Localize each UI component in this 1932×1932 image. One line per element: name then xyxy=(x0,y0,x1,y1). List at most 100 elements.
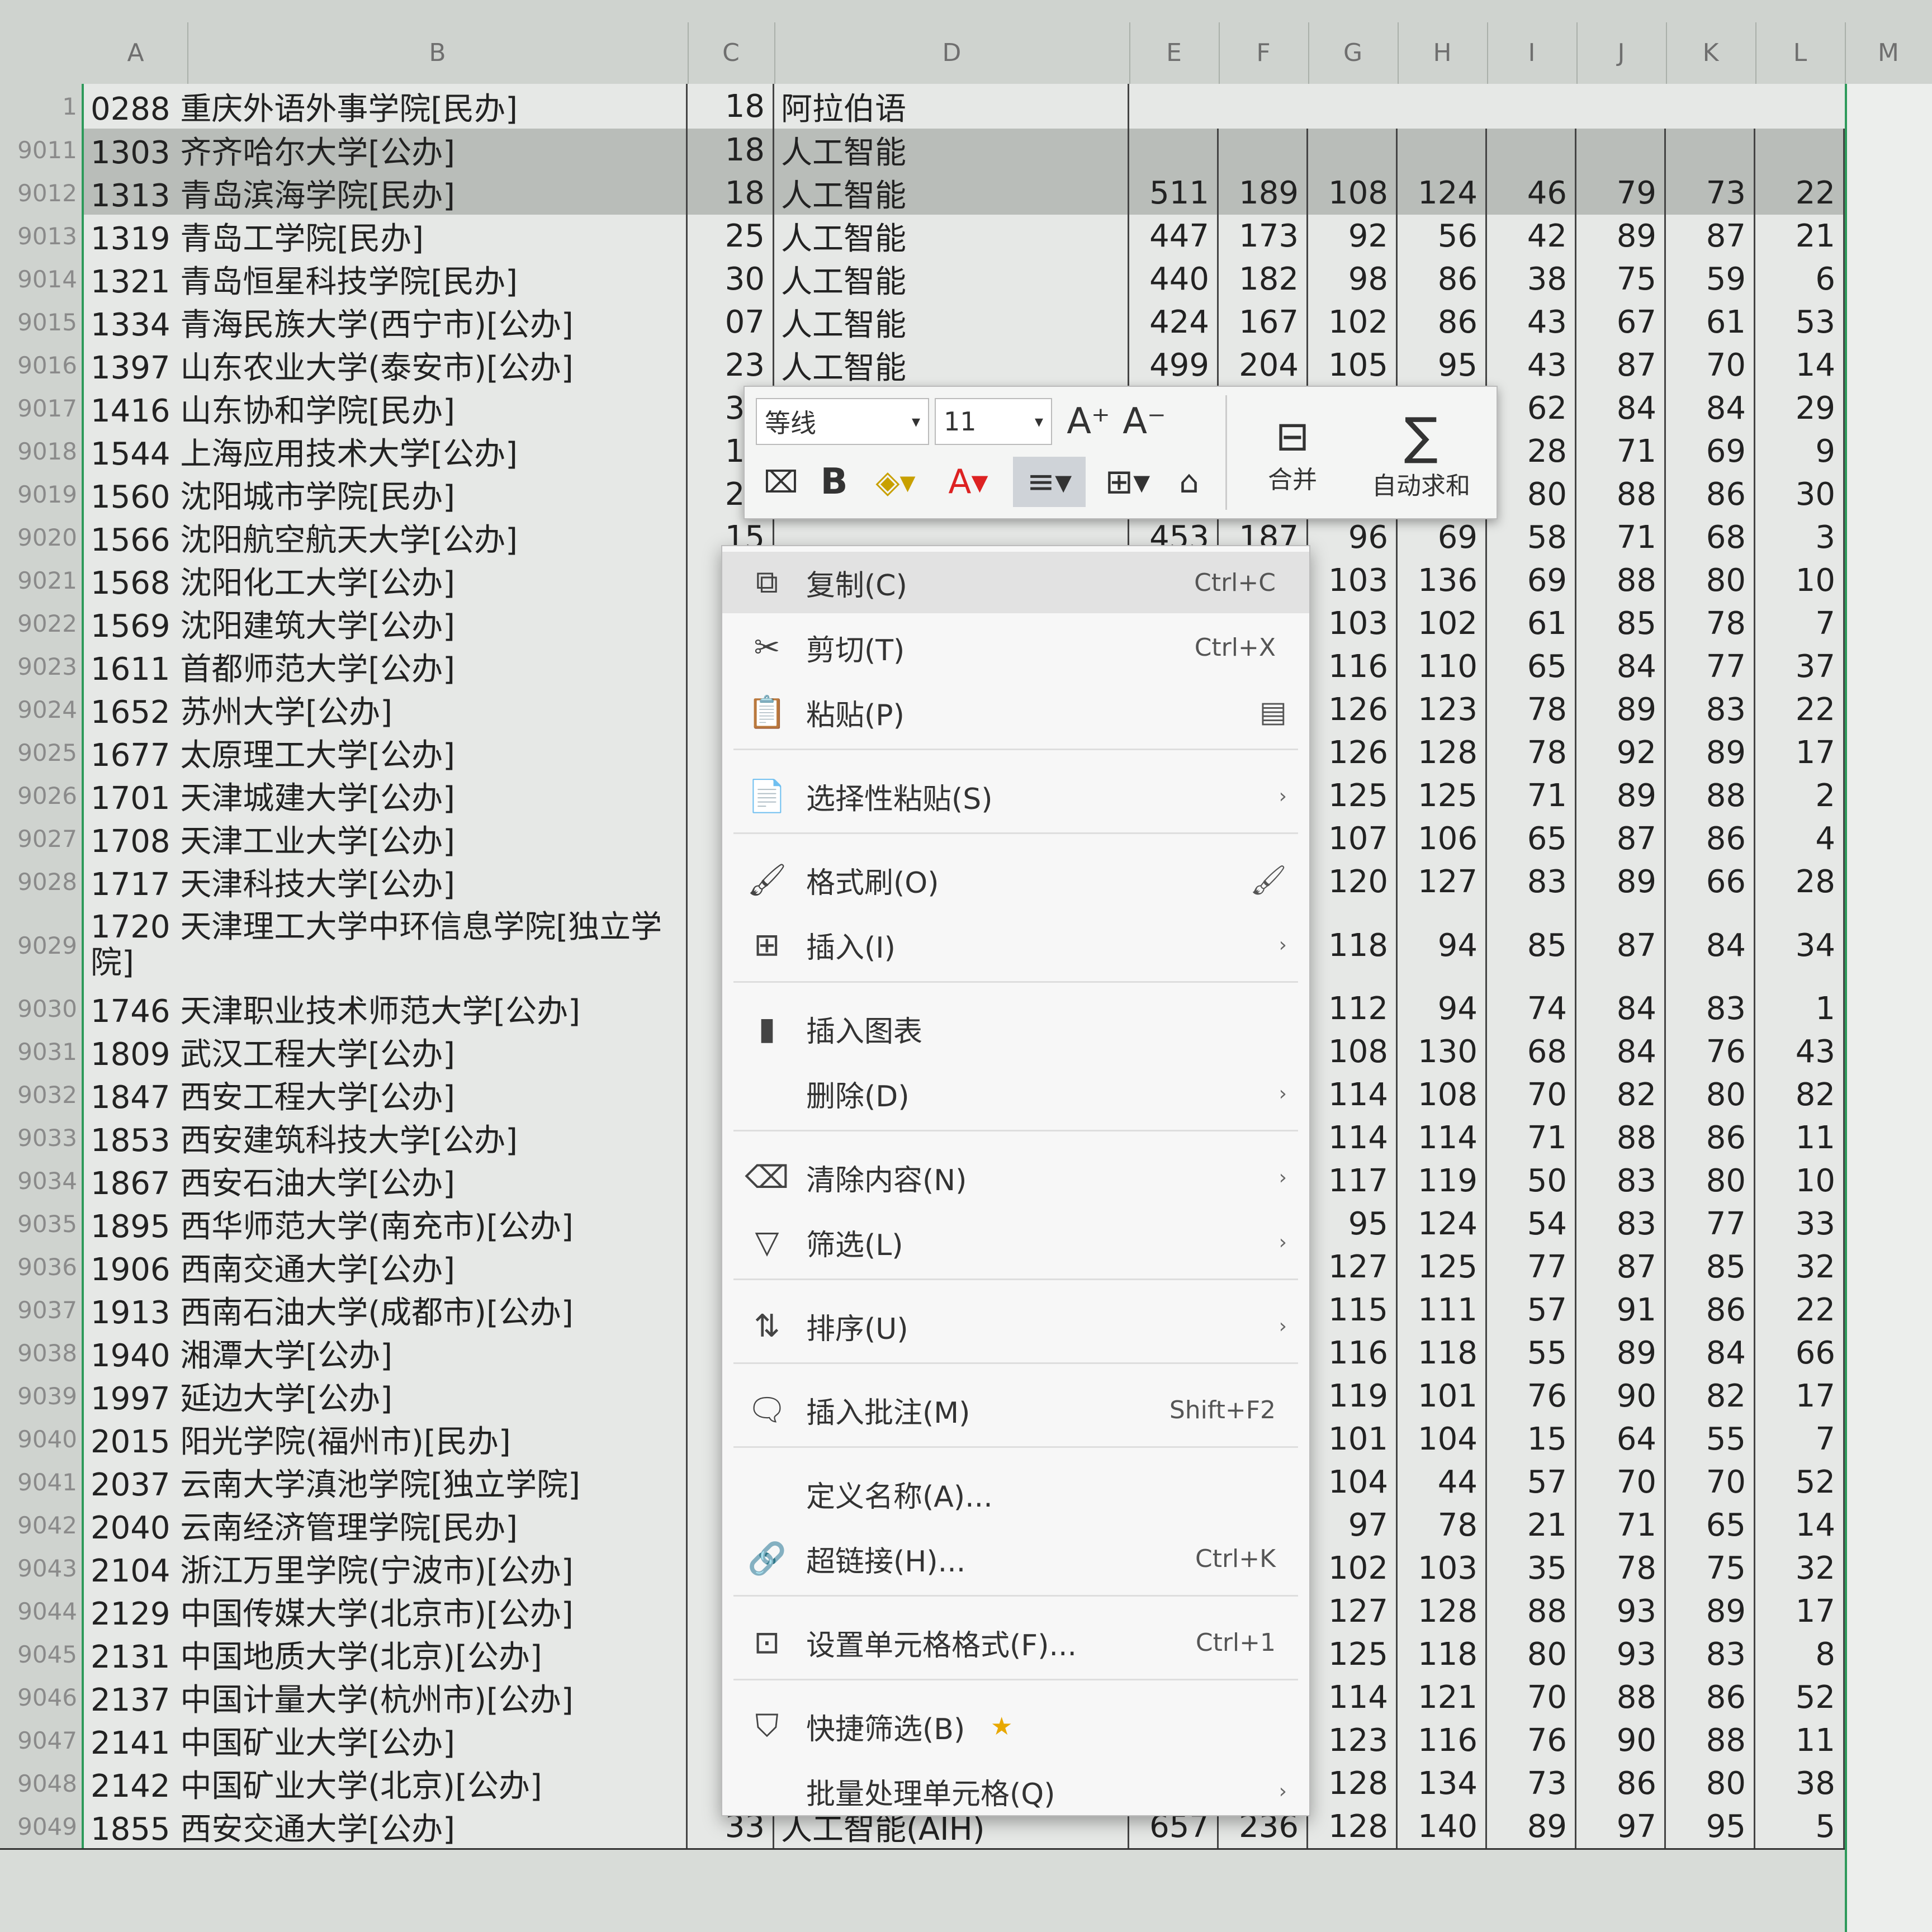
cell-l[interactable]: 2 xyxy=(1755,774,1845,817)
cell-school[interactable]: 1867 西安石油大学[公办] xyxy=(84,1159,688,1202)
cell-g[interactable]: 104 xyxy=(1308,1461,1398,1504)
cell-c[interactable]: 30 xyxy=(688,258,774,301)
cell-g[interactable]: 115 xyxy=(1308,1289,1398,1332)
cell-l[interactable]: 37 xyxy=(1755,645,1845,688)
row-number[interactable]: 9018 xyxy=(0,430,84,473)
cell-h[interactable]: 124 xyxy=(1398,172,1487,215)
cell-i[interactable]: 78 xyxy=(1487,731,1576,774)
cell-f[interactable]: 182 xyxy=(1219,258,1308,301)
cell-l[interactable]: 53 xyxy=(1755,301,1845,344)
cell-j[interactable]: 91 xyxy=(1576,1289,1666,1332)
cell-g[interactable]: 127 xyxy=(1308,1590,1398,1633)
cell-g[interactable]: 92 xyxy=(1308,215,1398,258)
cell-l[interactable]: 28 xyxy=(1755,860,1845,903)
cell-l[interactable]: 34 xyxy=(1755,903,1845,987)
cell-school[interactable]: 1708 天津工业大学[公办] xyxy=(84,817,688,860)
cell-school[interactable]: 1847 西安工程大学[公办] xyxy=(84,1073,688,1116)
wrap-text-icon[interactable]: ⌧ xyxy=(756,457,806,507)
cell-major[interactable]: 人工智能 xyxy=(774,172,1129,215)
column-header-e[interactable]: E xyxy=(1129,22,1220,84)
menu-item-16[interactable]: ⛉ 快捷筛选(B) ★ xyxy=(722,1696,1309,1757)
cell-c[interactable]: 18 xyxy=(688,84,774,129)
cell-l[interactable]: 52 xyxy=(1755,1461,1845,1504)
cell-school[interactable]: 2137 中国计量大学(杭州市)[公办] xyxy=(84,1676,688,1719)
cell-k[interactable]: 69 xyxy=(1666,430,1755,473)
menu-item-12[interactable]: 🗨 插入批注(M) Shift+F2 xyxy=(722,1379,1309,1441)
column-header-d[interactable]: D xyxy=(774,22,1130,84)
menu-item-7[interactable]: ▮ 插入图表 xyxy=(722,998,1309,1059)
cell-j[interactable]: 64 xyxy=(1576,1418,1666,1461)
cell-h[interactable]: 118 xyxy=(1398,1332,1487,1375)
cell-e[interactable]: 440 xyxy=(1129,258,1219,301)
menu-item-15[interactable]: ⊡ 设置单元格格式(F)... Ctrl+1 xyxy=(722,1612,1309,1673)
menu-item-11[interactable]: ⇅ 排序(U) › xyxy=(722,1295,1309,1357)
cell-j[interactable]: 89 xyxy=(1576,774,1666,817)
cell-g[interactable]: 108 xyxy=(1308,1030,1398,1073)
cell-e[interactable] xyxy=(1129,129,1219,172)
cell-h[interactable]: 110 xyxy=(1398,645,1487,688)
cell-k[interactable]: 86 xyxy=(1666,1116,1755,1159)
cell-k[interactable]: 82 xyxy=(1666,1375,1755,1418)
cell-g[interactable]: 98 xyxy=(1308,258,1398,301)
cell-j[interactable]: 82 xyxy=(1576,1073,1666,1116)
cell-h[interactable]: 125 xyxy=(1398,774,1487,817)
cell-h[interactable]: 114 xyxy=(1398,1116,1487,1159)
cell-h[interactable]: 123 xyxy=(1398,688,1487,731)
cell-g[interactable]: 118 xyxy=(1308,903,1398,987)
cell-g[interactable] xyxy=(1308,129,1398,172)
cell-h[interactable]: 140 xyxy=(1398,1805,1487,1848)
cell-school[interactable]: 0288 重庆外语外事学院[民办] xyxy=(84,84,688,129)
row-number[interactable]: 9046 xyxy=(0,1676,84,1719)
cell-h[interactable]: 130 xyxy=(1398,1030,1487,1073)
cell-j[interactable]: 75 xyxy=(1576,258,1666,301)
cell-h[interactable]: 86 xyxy=(1398,258,1487,301)
cell-l[interactable]: 6 xyxy=(1755,258,1845,301)
row-number[interactable]: 9030 xyxy=(0,987,84,1030)
row-number[interactable]: 9021 xyxy=(0,559,84,602)
cell-i[interactable] xyxy=(1487,129,1576,172)
cell-g[interactable]: 116 xyxy=(1308,645,1398,688)
cell-k[interactable]: 70 xyxy=(1666,1461,1755,1504)
cell-k[interactable]: 77 xyxy=(1666,1202,1755,1246)
cell-i[interactable]: 71 xyxy=(1487,1116,1576,1159)
row-number[interactable]: 9040 xyxy=(0,1418,84,1461)
cell-school[interactable]: 1717 天津科技大学[公办] xyxy=(84,860,688,903)
row-number[interactable]: 9026 xyxy=(0,774,84,817)
cell-school[interactable]: 1677 太原理工大学[公办] xyxy=(84,731,688,774)
autosum-button[interactable]: ∑ 自动求和 xyxy=(1354,398,1488,510)
cell-k[interactable]: 73 xyxy=(1666,172,1755,215)
cell-g[interactable]: 96 xyxy=(1308,516,1398,559)
cell-i[interactable]: 35 xyxy=(1487,1547,1576,1590)
cell-school[interactable]: 1997 延边大学[公办] xyxy=(84,1375,688,1418)
cell-i[interactable]: 15 xyxy=(1487,1418,1576,1461)
cell-l[interactable]: 17 xyxy=(1755,731,1845,774)
cell-g[interactable]: 102 xyxy=(1308,301,1398,344)
cell-e[interactable]: 447 xyxy=(1129,215,1219,258)
row-number[interactable]: 9014 xyxy=(0,258,84,301)
cell-h[interactable] xyxy=(1398,129,1487,172)
cell-h[interactable]: 94 xyxy=(1398,987,1487,1030)
cell-school[interactable]: 1569 沈阳建筑大学[公办] xyxy=(84,602,688,645)
border-icon[interactable]: ⊞▾ xyxy=(1094,457,1161,507)
cell-g[interactable]: 126 xyxy=(1308,731,1398,774)
cell-l[interactable]: 22 xyxy=(1755,1289,1845,1332)
cell-c[interactable]: 18 xyxy=(688,129,774,172)
cell-j[interactable]: 84 xyxy=(1576,645,1666,688)
cell-h[interactable]: 106 xyxy=(1398,817,1487,860)
row-number[interactable]: 9020 xyxy=(0,516,84,559)
cell-f[interactable]: 173 xyxy=(1219,215,1308,258)
cell-l[interactable]: 11 xyxy=(1755,1116,1845,1159)
cell-j[interactable]: 90 xyxy=(1576,1375,1666,1418)
cell-h[interactable]: 127 xyxy=(1398,860,1487,903)
cell-school[interactable]: 1319 青岛工学院[民办] xyxy=(84,215,688,258)
cell-g[interactable]: 101 xyxy=(1308,1418,1398,1461)
cell-e[interactable]: 511 xyxy=(1129,172,1219,215)
row-number[interactable]: 9019 xyxy=(0,473,84,516)
row-number[interactable]: 9035 xyxy=(0,1202,84,1246)
cell-l[interactable]: 3 xyxy=(1755,516,1845,559)
column-m-area[interactable] xyxy=(1845,84,1932,1932)
row-number[interactable]: 9015 xyxy=(0,301,84,344)
cell-g[interactable]: 102 xyxy=(1308,1547,1398,1590)
row-number[interactable]: 9041 xyxy=(0,1461,84,1504)
cell-h[interactable]: 119 xyxy=(1398,1159,1487,1202)
